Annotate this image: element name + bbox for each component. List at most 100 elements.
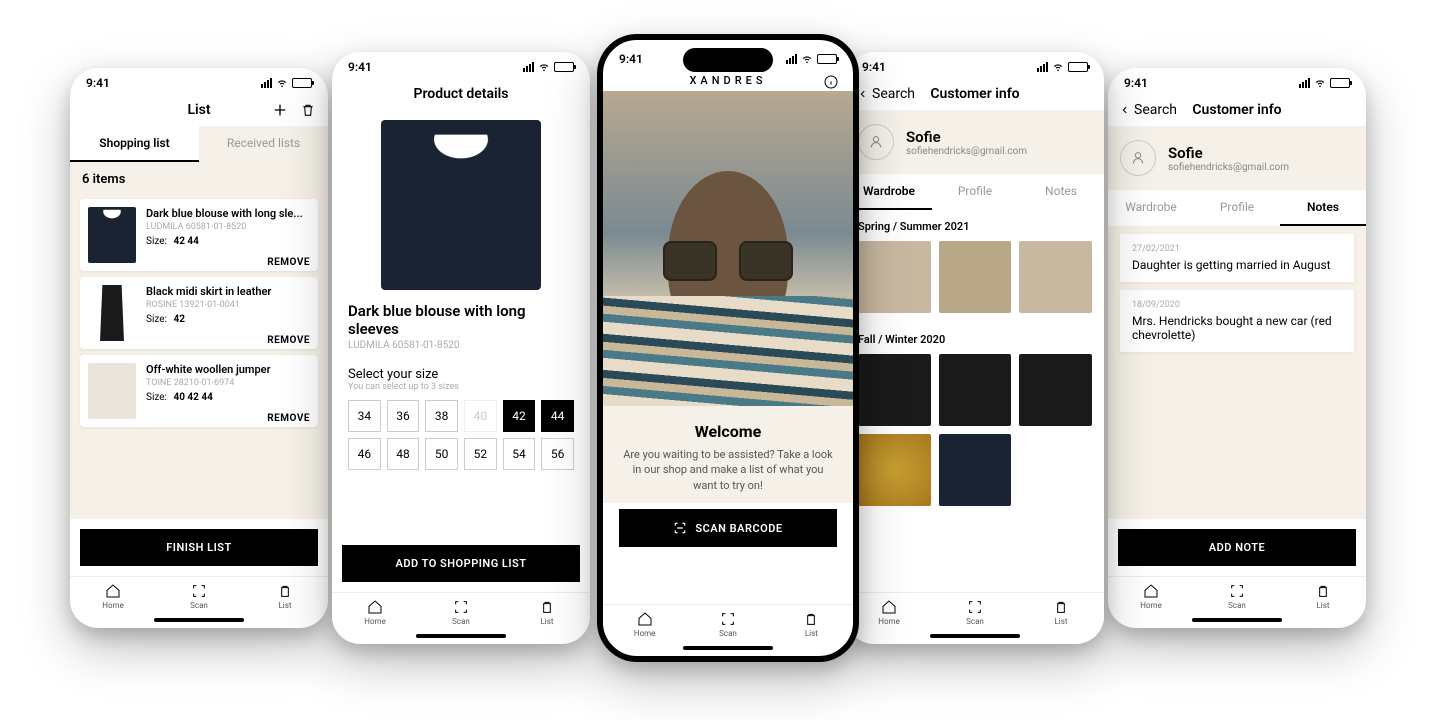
customer-header: Search Customer info (1108, 94, 1366, 126)
wardrobe-item[interactable] (858, 241, 931, 313)
tab-received-lists[interactable]: Received lists (199, 126, 328, 162)
customer-name: Sofie (906, 128, 1027, 146)
tab-profile[interactable]: Profile (1194, 190, 1280, 226)
wardrobe-item[interactable] (939, 241, 1012, 313)
list-item[interactable]: Black midi skirt in leather ROSINE 13921… (80, 277, 318, 349)
size-option[interactable]: 40 (464, 400, 497, 432)
item-name: Dark blue blouse with long sle... (146, 207, 310, 220)
size-option[interactable]: 46 (348, 438, 381, 470)
list-item[interactable]: Dark blue blouse with long sle... LUDMIL… (80, 199, 318, 271)
home-indicator (1192, 618, 1282, 622)
wardrobe-item[interactable] (858, 434, 931, 506)
size-option[interactable]: 48 (387, 438, 420, 470)
size-option[interactable]: 36 (387, 400, 420, 432)
nav-scan[interactable]: Scan (686, 605, 769, 642)
size-option[interactable]: 52 (464, 438, 497, 470)
notch (683, 48, 773, 72)
battery-icon (554, 62, 574, 72)
nav-list[interactable]: List (1018, 593, 1104, 630)
add-note-button[interactable]: ADD NOTE (1118, 529, 1356, 566)
list-tabs: Shopping list Received lists (70, 126, 328, 162)
status-icons (786, 54, 837, 64)
size-option[interactable]: 44 (541, 400, 574, 432)
wardrobe-item[interactable] (939, 354, 1012, 426)
nav-list[interactable]: List (1280, 577, 1366, 614)
wifi-icon (1313, 78, 1327, 88)
item-name: Off-white woollen jumper (146, 363, 310, 376)
item-count: 6 items (70, 162, 328, 193)
phone-customer-notes: 9:41 Search Customer info Sofie sofiehen… (1108, 68, 1366, 628)
note-text: Mrs. Hendricks bought a new car (red che… (1132, 314, 1342, 342)
nav-scan[interactable]: Scan (1194, 577, 1280, 614)
bottom-nav: Home Scan List (846, 592, 1104, 630)
customer-name: Sofie (1168, 144, 1289, 162)
list-item[interactable]: Off-white woollen jumper TOINE 28210-01-… (80, 355, 318, 427)
size-option[interactable]: 38 (425, 400, 458, 432)
note-date: 27/02/2021 (1132, 244, 1342, 254)
scan-barcode-button[interactable]: SCAN BARCODE (619, 509, 837, 547)
size-option[interactable]: 56 (541, 438, 574, 470)
note-card[interactable]: 18/09/2020 Mrs. Hendricks bought a new c… (1120, 290, 1354, 352)
size-label: Select your size (332, 361, 590, 382)
remove-button[interactable]: REMOVE (267, 335, 310, 346)
product-sku: LUDMILA 60581-01-8520 (332, 340, 590, 361)
status-icons (1299, 78, 1350, 88)
nav-scan[interactable]: Scan (156, 577, 242, 614)
size-option[interactable]: 34 (348, 400, 381, 432)
remove-button[interactable]: REMOVE (267, 413, 310, 424)
trash-icon[interactable] (300, 102, 316, 118)
chevron-left-icon (1120, 104, 1130, 116)
wifi-icon (275, 78, 289, 88)
size-hint: You can select up to 3 sizes (332, 382, 590, 400)
nav-home[interactable]: Home (603, 605, 686, 642)
add-to-list-button[interactable]: ADD TO SHOPPING LIST (342, 545, 580, 582)
tab-profile[interactable]: Profile (932, 174, 1018, 210)
back-button[interactable]: Search (858, 86, 915, 102)
product-header: Product details (332, 78, 590, 110)
customer-tabs: Wardrobe Profile Notes (1108, 190, 1366, 226)
size-option[interactable]: 54 (503, 438, 536, 470)
signal-icon (1037, 62, 1048, 72)
size-option[interactable]: 42 (503, 400, 536, 432)
wardrobe-item[interactable] (939, 434, 1012, 506)
add-icon[interactable] (272, 102, 288, 118)
back-button[interactable]: Search (1120, 102, 1177, 118)
customer-tabs: Wardrobe Profile Notes (846, 174, 1104, 210)
nav-list[interactable]: List (504, 593, 590, 630)
status-time: 9:41 (348, 60, 372, 74)
nav-list[interactable]: List (770, 605, 853, 642)
item-size: Size: 42 44 (146, 236, 310, 247)
nav-list[interactable]: List (242, 577, 328, 614)
item-thumb (88, 285, 136, 341)
product-name: Dark blue blouse with long sleeves (332, 300, 590, 340)
home-indicator (154, 618, 244, 622)
status-icons (523, 62, 574, 72)
customer-summary: Sofie sofiehendricks@gmail.com (846, 110, 1104, 174)
tab-notes[interactable]: Notes (1018, 174, 1104, 210)
nav-home[interactable]: Home (332, 593, 418, 630)
tab-shopping-list[interactable]: Shopping list (70, 126, 199, 162)
wardrobe-item[interactable] (1019, 354, 1092, 426)
note-card[interactable]: 27/02/2021 Daughter is getting married i… (1120, 234, 1354, 282)
status-time: 9:41 (862, 60, 886, 74)
tab-wardrobe[interactable]: Wardrobe (1108, 190, 1194, 226)
nav-scan[interactable]: Scan (418, 593, 504, 630)
wardrobe-item[interactable] (1019, 241, 1092, 313)
status-time: 9:41 (86, 76, 110, 90)
phone-product: 9:41 Product details Dark blue blouse wi… (332, 52, 590, 644)
tab-notes[interactable]: Notes (1280, 190, 1366, 226)
status-icons (1037, 62, 1088, 72)
wardrobe-item[interactable] (858, 354, 931, 426)
item-sku: TOINE 28210-01-6974 (146, 378, 310, 388)
status-time: 9:41 (619, 52, 643, 66)
signal-icon (1299, 78, 1310, 88)
nav-home[interactable]: Home (1108, 577, 1194, 614)
status-bar: 9:41 (70, 68, 328, 94)
nav-home[interactable]: Home (70, 577, 156, 614)
nav-scan[interactable]: Scan (932, 593, 1018, 630)
item-sku: ROSINE 13921-01-0041 (146, 300, 310, 310)
battery-icon (817, 54, 837, 64)
remove-button[interactable]: REMOVE (267, 257, 310, 268)
finish-list-button[interactable]: FINISH LIST (80, 529, 318, 566)
size-option[interactable]: 50 (425, 438, 458, 470)
